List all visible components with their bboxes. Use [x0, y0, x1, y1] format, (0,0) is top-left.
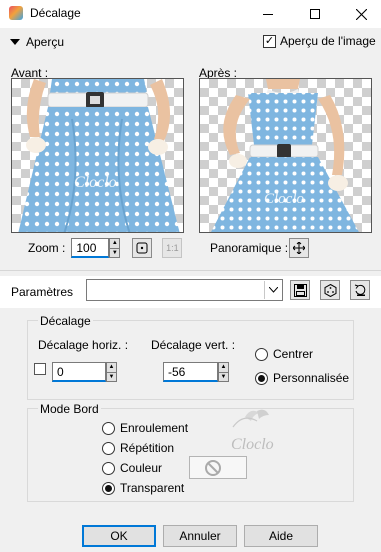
color-radio[interactable] — [102, 461, 115, 475]
center-radio[interactable] — [255, 347, 268, 361]
pan-move-icon — [293, 242, 305, 254]
horiz-spin-buttons[interactable]: ▲ ▼ — [106, 362, 117, 382]
wrap-label: Enroulement — [120, 421, 189, 435]
wrap-radio[interactable] — [102, 421, 115, 435]
transparent-radio[interactable] — [102, 481, 115, 495]
save-preset-button[interactable] — [290, 280, 310, 300]
ok-button[interactable]: OK — [82, 525, 156, 547]
after-watermark: Cloclo — [264, 191, 304, 207]
maximize-icon — [310, 9, 320, 19]
center-label: Centrer — [273, 347, 314, 361]
spin-down-icon[interactable]: ▼ — [110, 249, 119, 258]
separator — [0, 270, 381, 271]
cancel-button[interactable]: Annuler — [163, 525, 237, 547]
custom-label: Personnalisée — [273, 371, 350, 385]
app-icon — [9, 6, 23, 20]
before-preview-image: Cloclo — [18, 79, 180, 232]
pan-label: Panoramique : — [210, 241, 289, 255]
reset-icon — [354, 284, 365, 296]
preview-toggle[interactable]: Aperçu — [10, 35, 64, 49]
horiz-offset-input[interactable]: 0 — [52, 362, 106, 382]
maximize-button[interactable] — [292, 0, 338, 28]
logo-text: Cloclo — [231, 436, 274, 453]
after-preview[interactable]: Cloclo — [199, 78, 372, 233]
horiz-offset-spinner[interactable]: 0 ▲ ▼ — [52, 362, 117, 382]
minimize-button[interactable] — [245, 0, 291, 28]
close-icon — [355, 8, 367, 20]
show-on-image-checkbox[interactable]: ✓ — [263, 34, 276, 48]
actual-size-icon: 1:1 — [166, 243, 179, 253]
save-icon — [293, 283, 307, 297]
vert-spin-buttons[interactable]: ▲ ▼ — [218, 362, 229, 382]
fit-icon — [136, 242, 148, 254]
edge-option-transparent[interactable]: Transparent — [102, 481, 184, 495]
before-watermark: Cloclo — [74, 174, 117, 191]
show-on-image-option[interactable]: ✓ Aperçu de l'image — [263, 34, 376, 48]
zoom-input[interactable]: 100 — [71, 238, 110, 258]
spin-down-icon[interactable]: ▼ — [107, 373, 116, 382]
pan-button[interactable] — [289, 238, 309, 258]
vert-offset-spinner[interactable]: -56 ▲ ▼ — [163, 362, 229, 382]
offset-group-label: Décalage — [38, 314, 93, 328]
close-button[interactable] — [338, 0, 381, 28]
repeat-label: Répétition — [120, 441, 175, 455]
presets-label: Paramètres — [11, 285, 74, 299]
vert-offset-input[interactable]: -56 — [163, 362, 218, 382]
zoom-row: Zoom : 100 ▲ ▼ 1:1 — [28, 238, 183, 258]
dice-icon — [324, 283, 336, 297]
spin-down-icon[interactable]: ▼ — [219, 373, 228, 382]
preview-toggle-label: Aperçu — [26, 35, 65, 49]
edge-option-repeat[interactable]: Répétition — [102, 441, 174, 455]
presets-combobox[interactable] — [86, 279, 283, 301]
custom-radio[interactable] — [255, 371, 268, 385]
help-button[interactable]: Aide — [244, 525, 318, 547]
minimize-icon — [263, 13, 273, 15]
edge-mode-group — [27, 408, 354, 502]
presets-dropdown-button[interactable] — [264, 281, 281, 299]
chevron-down-icon — [268, 287, 278, 293]
edge-color-swatch[interactable] — [189, 456, 247, 479]
spin-up-icon[interactable]: ▲ — [110, 239, 120, 249]
repeat-radio[interactable] — [102, 441, 115, 455]
transparent-label: Transparent — [120, 481, 185, 495]
spin-up-icon[interactable]: ▲ — [107, 363, 116, 373]
reset-button[interactable] — [350, 280, 370, 300]
edge-option-wrap[interactable]: Enroulement — [102, 421, 188, 435]
show-on-image-label: Aperçu de l'image — [280, 34, 376, 48]
spin-up-icon[interactable]: ▲ — [219, 363, 228, 373]
zoom-spin-buttons[interactable]: ▲ ▼ — [109, 238, 121, 258]
color-label: Couleur — [120, 461, 163, 475]
cloclo-watermark-logo: Cloclo — [231, 409, 274, 453]
edge-mode-group-label: Mode Bord — [38, 402, 101, 416]
collapse-triangle-icon — [10, 39, 20, 45]
vert-offset-label: Décalage vert. : — [151, 338, 236, 352]
window-title: Décalage — [30, 6, 81, 20]
center-option[interactable]: Centrer — [255, 347, 313, 361]
edge-option-color[interactable]: Couleur — [102, 461, 162, 475]
zoom-spinner[interactable]: 100 ▲ ▼ — [71, 238, 121, 258]
after-preview-image: Cloclo — [211, 79, 359, 232]
randomize-button[interactable] — [320, 280, 340, 300]
horiz-offset-label: Décalage horiz. : — [38, 338, 129, 352]
zoom-fit-button[interactable] — [132, 238, 153, 258]
no-color-icon — [205, 459, 221, 476]
zoom-actual-size-button[interactable]: 1:1 — [162, 238, 183, 258]
link-offsets-checkbox[interactable] — [34, 363, 46, 375]
before-preview[interactable]: Cloclo — [11, 78, 184, 233]
zoom-label: Zoom : — [28, 241, 66, 255]
custom-option[interactable]: Personnalisée — [255, 371, 349, 385]
